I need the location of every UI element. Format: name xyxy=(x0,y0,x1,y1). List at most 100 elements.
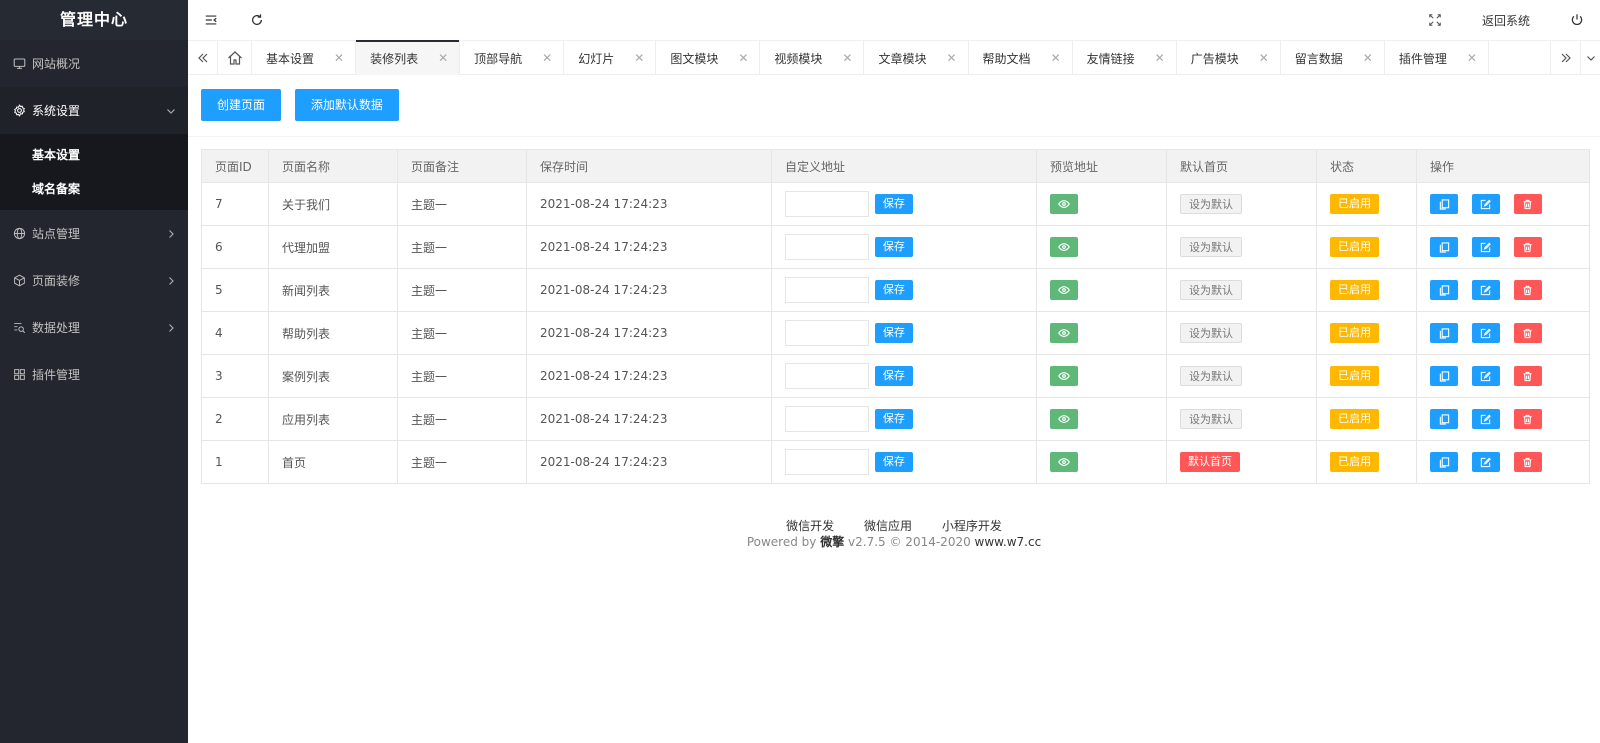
create-page-button[interactable]: 创建页面 xyxy=(201,89,282,121)
status-badge[interactable]: 已启用 xyxy=(1330,366,1379,386)
custom-url-input[interactable] xyxy=(785,406,869,432)
set-default-button[interactable]: 设为默认 xyxy=(1180,237,1242,257)
submenu-item-domain-filing[interactable]: 域名备案 xyxy=(0,172,188,206)
menu-toggle-button[interactable] xyxy=(188,0,234,40)
footer-link-wechat-dev[interactable]: 微信开发 xyxy=(786,519,834,533)
copy-button[interactable] xyxy=(1430,366,1458,386)
custom-url-input[interactable] xyxy=(785,191,869,217)
tab-decoration-list[interactable]: 装修列表 ✕ xyxy=(356,40,461,75)
tab-top-nav[interactable]: 顶部导航 ✕ xyxy=(460,41,565,75)
add-default-data-button[interactable]: 添加默认数据 xyxy=(294,89,399,121)
tab-friend-links[interactable]: 友情链接 ✕ xyxy=(1073,41,1177,75)
submenu-item-basic-settings[interactable]: 基本设置 xyxy=(0,138,188,172)
fullscreen-button[interactable] xyxy=(1412,0,1458,40)
close-icon[interactable]: ✕ xyxy=(842,51,852,65)
preview-button[interactable] xyxy=(1050,366,1078,386)
close-icon[interactable]: ✕ xyxy=(1155,51,1165,65)
copy-button[interactable] xyxy=(1430,280,1458,300)
tab-plugin-management[interactable]: 插件管理 ✕ xyxy=(1385,41,1489,75)
close-icon[interactable]: ✕ xyxy=(438,51,448,65)
save-url-button[interactable]: 保存 xyxy=(874,323,913,343)
delete-button[interactable] xyxy=(1513,323,1542,343)
tabs-menu-button[interactable] xyxy=(1580,41,1600,75)
delete-button[interactable] xyxy=(1513,409,1542,429)
copy-button[interactable] xyxy=(1430,237,1458,257)
close-icon[interactable]: ✕ xyxy=(1051,51,1061,65)
back-to-system-link[interactable]: 返回系统 xyxy=(1458,12,1554,29)
sidebar-item-page-decoration[interactable]: 页面装修 xyxy=(0,257,188,304)
sidebar-item-overview[interactable]: 网站概况 xyxy=(0,40,188,87)
edit-button[interactable] xyxy=(1471,409,1500,429)
status-badge[interactable]: 已启用 xyxy=(1330,237,1379,257)
tabs-scroll-right-button[interactable] xyxy=(1550,41,1580,75)
status-badge[interactable]: 已启用 xyxy=(1330,280,1379,300)
footer-link-wechat-apps[interactable]: 微信应用 xyxy=(864,519,912,533)
set-default-button[interactable]: 设为默认 xyxy=(1180,323,1242,343)
close-icon[interactable]: ✕ xyxy=(634,51,644,65)
tab-video-module[interactable]: 视频模块 ✕ xyxy=(760,41,865,75)
close-icon[interactable]: ✕ xyxy=(946,51,956,65)
close-icon[interactable]: ✕ xyxy=(334,51,344,65)
copy-button[interactable] xyxy=(1430,323,1458,343)
sidebar-item-site-management[interactable]: 站点管理 xyxy=(0,210,188,257)
close-icon[interactable]: ✕ xyxy=(738,51,748,65)
copy-button[interactable] xyxy=(1430,194,1458,214)
close-icon[interactable]: ✕ xyxy=(1259,51,1269,65)
preview-button[interactable] xyxy=(1050,452,1078,472)
status-badge[interactable]: 已启用 xyxy=(1330,409,1379,429)
custom-url-input[interactable] xyxy=(785,449,869,475)
default-home-badge[interactable]: 默认首页 xyxy=(1180,452,1240,472)
delete-button[interactable] xyxy=(1513,366,1542,386)
edit-button[interactable] xyxy=(1471,366,1500,386)
edit-button[interactable] xyxy=(1471,237,1500,257)
preview-button[interactable] xyxy=(1050,323,1078,343)
preview-button[interactable] xyxy=(1050,237,1078,257)
tab-slideshow[interactable]: 幻灯片 ✕ xyxy=(564,41,657,75)
set-default-button[interactable]: 设为默认 xyxy=(1180,280,1242,300)
delete-button[interactable] xyxy=(1513,194,1542,214)
tab-image-text-module[interactable]: 图文模块 ✕ xyxy=(656,41,761,75)
set-default-button[interactable]: 设为默认 xyxy=(1180,409,1242,429)
save-url-button[interactable]: 保存 xyxy=(874,237,913,257)
close-icon[interactable]: ✕ xyxy=(1467,51,1477,65)
copy-button[interactable] xyxy=(1430,452,1458,472)
save-url-button[interactable]: 保存 xyxy=(874,280,913,300)
tabs-scroll-left-button[interactable] xyxy=(188,41,218,75)
sidebar-item-plugin-management[interactable]: 插件管理 xyxy=(0,351,188,398)
tab-article-module[interactable]: 文章模块 ✕ xyxy=(864,41,969,75)
set-default-button[interactable]: 设为默认 xyxy=(1180,366,1242,386)
refresh-button[interactable] xyxy=(234,0,280,40)
save-url-button[interactable]: 保存 xyxy=(874,366,913,386)
footer-link-miniprogram-dev[interactable]: 小程序开发 xyxy=(942,519,1002,533)
set-default-button[interactable]: 设为默认 xyxy=(1180,194,1242,214)
preview-button[interactable] xyxy=(1050,194,1078,214)
tab-ad-module[interactable]: 广告模块 ✕ xyxy=(1177,41,1281,75)
status-badge[interactable]: 已启用 xyxy=(1330,194,1379,214)
delete-button[interactable] xyxy=(1513,452,1542,472)
powered-site-link[interactable]: www.w7.cc xyxy=(975,535,1042,549)
status-badge[interactable]: 已启用 xyxy=(1330,452,1379,472)
logout-button[interactable] xyxy=(1554,0,1600,40)
edit-button[interactable] xyxy=(1471,452,1500,472)
save-url-button[interactable]: 保存 xyxy=(874,194,913,214)
custom-url-input[interactable] xyxy=(785,363,869,389)
custom-url-input[interactable] xyxy=(785,277,869,303)
edit-button[interactable] xyxy=(1471,194,1500,214)
edit-button[interactable] xyxy=(1471,323,1500,343)
tab-help-docs[interactable]: 帮助文档 ✕ xyxy=(969,41,1073,75)
tab-home[interactable] xyxy=(218,41,252,75)
save-url-button[interactable]: 保存 xyxy=(874,452,913,472)
status-badge[interactable]: 已启用 xyxy=(1330,323,1379,343)
custom-url-input[interactable] xyxy=(785,320,869,346)
delete-button[interactable] xyxy=(1513,280,1542,300)
preview-button[interactable] xyxy=(1050,280,1078,300)
copy-button[interactable] xyxy=(1430,409,1458,429)
close-icon[interactable]: ✕ xyxy=(1363,51,1373,65)
close-icon[interactable]: ✕ xyxy=(542,51,552,65)
sidebar-item-data-processing[interactable]: 数据处理 xyxy=(0,304,188,351)
tab-basic-settings[interactable]: 基本设置 ✕ xyxy=(252,41,357,75)
delete-button[interactable] xyxy=(1513,237,1542,257)
save-url-button[interactable]: 保存 xyxy=(874,409,913,429)
edit-button[interactable] xyxy=(1471,280,1500,300)
preview-button[interactable] xyxy=(1050,409,1078,429)
